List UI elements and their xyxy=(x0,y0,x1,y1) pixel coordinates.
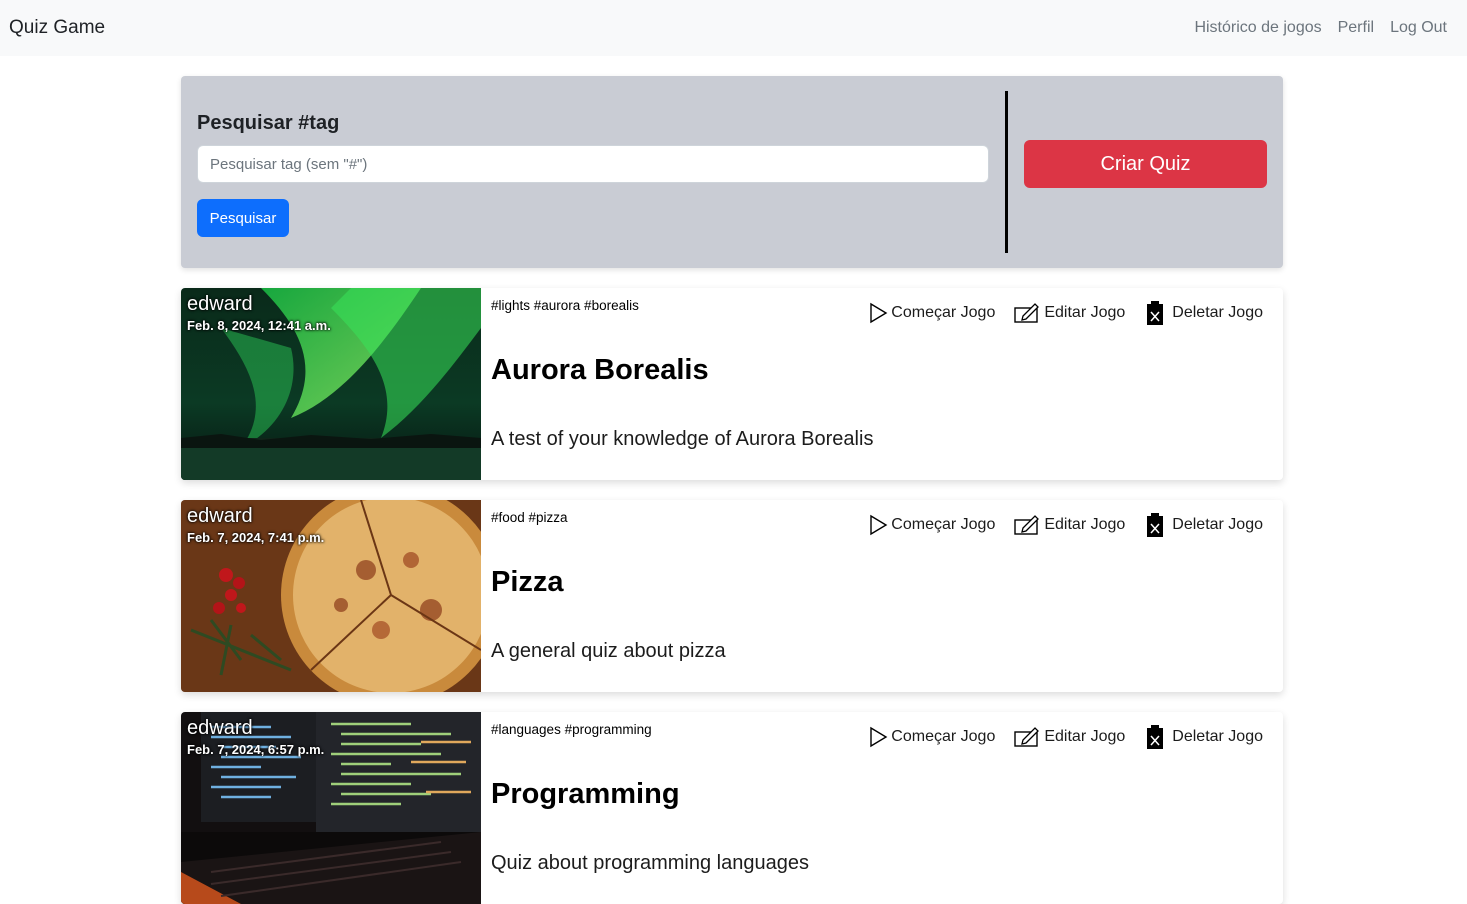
start-game-button[interactable]: Começar Jogo xyxy=(868,302,995,324)
edit-game-button[interactable]: Editar Jogo xyxy=(1013,302,1125,324)
delete-game-button[interactable]: Deletar Jogo xyxy=(1143,724,1263,750)
delete-game-label: Deletar Jogo xyxy=(1172,304,1263,321)
quiz-date: Feb. 7, 2024, 7:41 p.m. xyxy=(187,530,325,545)
quiz-actions: Começar Jogo Editar Jogo Deletar Jogo xyxy=(868,300,1263,326)
play-icon xyxy=(870,514,888,536)
edit-icon xyxy=(1014,303,1040,323)
edit-game-label: Editar Jogo xyxy=(1044,728,1126,745)
quiz-date: Feb. 8, 2024, 12:41 a.m. xyxy=(187,318,331,333)
panel-divider xyxy=(1005,91,1008,253)
edit-game-button[interactable]: Editar Jogo xyxy=(1013,514,1125,536)
quiz-title[interactable]: Programming xyxy=(491,778,680,811)
delete-clipboard-icon xyxy=(1147,725,1164,749)
nav-link-logout[interactable]: Log Out xyxy=(1390,19,1447,37)
play-icon xyxy=(870,302,888,324)
delete-clipboard-icon xyxy=(1147,301,1164,325)
start-game-button[interactable]: Começar Jogo xyxy=(868,726,995,748)
quiz-actions: Começar Jogo Editar Jogo Deletar Jogo xyxy=(868,512,1263,538)
brand-title[interactable]: Quiz Game xyxy=(9,17,105,39)
nav-link-profile[interactable]: Perfil xyxy=(1338,19,1374,37)
delete-game-button[interactable]: Deletar Jogo xyxy=(1143,300,1263,326)
quiz-description: A general quiz about pizza xyxy=(491,640,726,662)
quiz-description: A test of your knowledge of Aurora Borea… xyxy=(491,428,874,450)
edit-game-button[interactable]: Editar Jogo xyxy=(1013,726,1125,748)
search-button[interactable]: Pesquisar xyxy=(197,199,289,237)
quiz-title[interactable]: Pizza xyxy=(491,566,564,599)
nav-link-history[interactable]: Histórico de jogos xyxy=(1194,19,1321,37)
quiz-actions: Começar Jogo Editar Jogo Deletar Jogo xyxy=(868,724,1263,750)
quiz-description: Quiz about programming languages xyxy=(491,852,809,874)
quiz-tags: #languages #programming xyxy=(491,722,652,737)
edit-game-label: Editar Jogo xyxy=(1044,304,1126,321)
start-game-label: Começar Jogo xyxy=(891,516,996,533)
quiz-author: edward xyxy=(187,505,253,527)
edit-game-label: Editar Jogo xyxy=(1044,516,1126,533)
quiz-card: edward Feb. 7, 2024, 6:57 p.m. #language… xyxy=(181,712,1283,904)
quiz-tags: #food #pizza xyxy=(491,510,568,525)
edit-icon xyxy=(1014,727,1040,747)
quiz-tags: #lights #aurora #borealis xyxy=(491,298,639,313)
search-tag-input[interactable] xyxy=(197,145,989,183)
quiz-title[interactable]: Aurora Borealis xyxy=(491,354,709,387)
create-quiz-button[interactable]: Criar Quiz xyxy=(1024,140,1267,188)
navbar: Quiz Game Histórico de jogos Perfil Log … xyxy=(0,0,1467,56)
edit-icon xyxy=(1014,515,1040,535)
quiz-author: edward xyxy=(187,717,253,739)
quiz-author: edward xyxy=(187,293,253,315)
start-game-label: Começar Jogo xyxy=(891,304,996,321)
search-panel: Pesquisar #tag Pesquisar Criar Quiz xyxy=(181,76,1283,268)
delete-game-button[interactable]: Deletar Jogo xyxy=(1143,512,1263,538)
quiz-date: Feb. 7, 2024, 6:57 p.m. xyxy=(187,742,325,757)
pizza-photo: edward Feb. 7, 2024, 7:41 p.m. xyxy=(181,500,481,692)
start-game-button[interactable]: Começar Jogo xyxy=(868,514,995,536)
code-screen-photo: edward Feb. 7, 2024, 6:57 p.m. xyxy=(181,712,481,904)
delete-game-label: Deletar Jogo xyxy=(1172,516,1263,533)
search-title: Pesquisar #tag xyxy=(197,112,340,134)
aurora-photo: edward Feb. 8, 2024, 12:41 a.m. xyxy=(181,288,481,480)
nav-links: Histórico de jogos Perfil Log Out xyxy=(1194,19,1447,37)
delete-clipboard-icon xyxy=(1147,513,1164,537)
start-game-label: Começar Jogo xyxy=(891,728,996,745)
delete-game-label: Deletar Jogo xyxy=(1172,728,1263,745)
play-icon xyxy=(870,726,888,748)
quiz-card: edward Feb. 7, 2024, 7:41 p.m. #food #pi… xyxy=(181,500,1283,692)
quiz-card: edward Feb. 8, 2024, 12:41 a.m. #lights … xyxy=(181,288,1283,480)
